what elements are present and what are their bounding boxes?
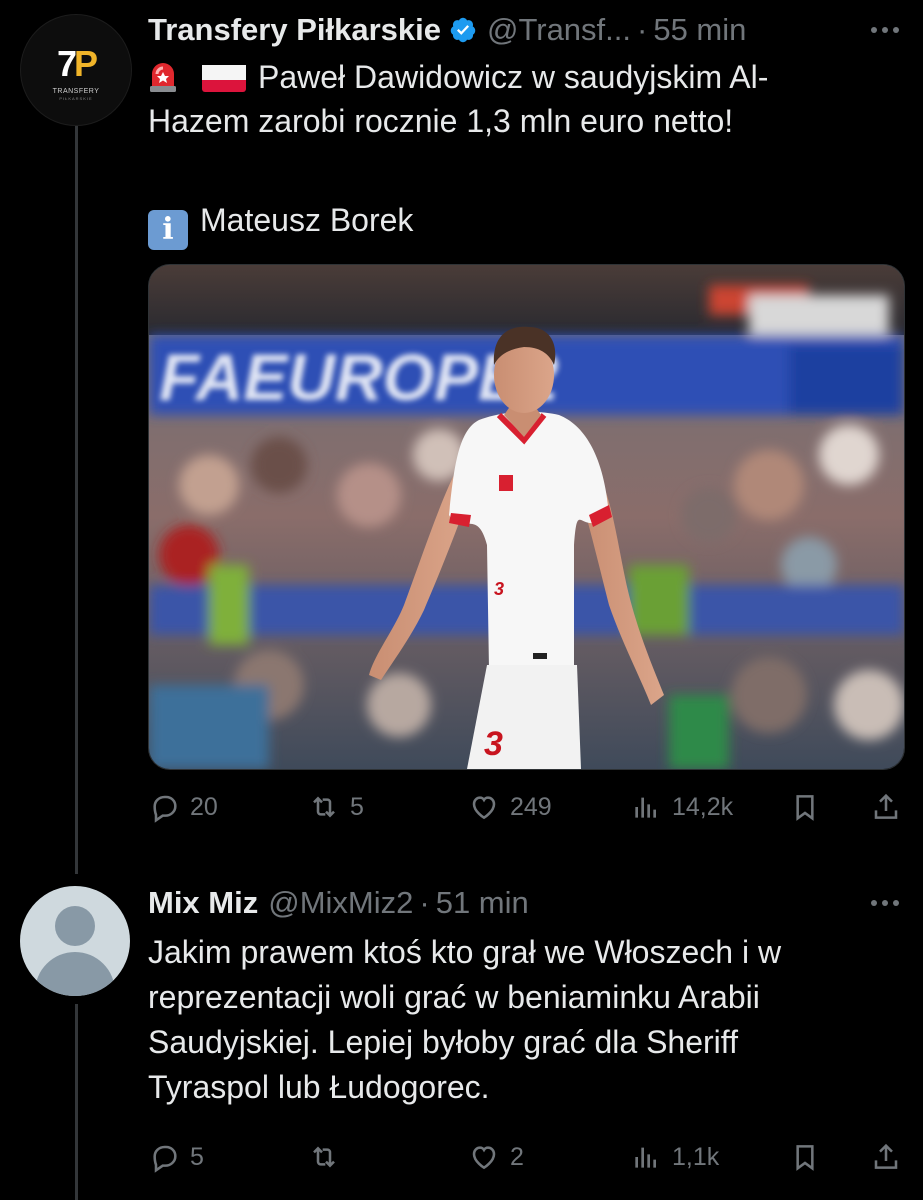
author-handle[interactable]: @Transf... <box>487 12 631 48</box>
reply-timestamp[interactable]: 51 min <box>436 885 529 921</box>
default-avatar-shoulders <box>35 952 115 996</box>
tweet-header: Transfery Piłkarskie @Transf... · 55 min <box>148 10 746 50</box>
views-button[interactable]: 14,2k <box>630 787 733 827</box>
information-emoji: i <box>148 210 188 250</box>
thread-connector-line-lower <box>75 1004 78 1200</box>
poland-flag-emoji <box>202 62 246 92</box>
reply-header: Mix Miz @MixMiz2 · 51 min <box>148 883 529 923</box>
thread-connector-line <box>75 122 78 874</box>
repost-button[interactable] <box>308 1137 350 1177</box>
separator-dot: · <box>419 885 430 920</box>
repost-icon <box>313 796 335 818</box>
reply-icon <box>153 795 177 823</box>
footballer-photo-image: FAEUROPE2 3 3 <box>149 265 904 769</box>
tweet-line-2: Hazem zarobi rocznie 1,3 mln euro netto! <box>148 103 734 139</box>
like-button[interactable]: 249 <box>468 787 552 827</box>
views-count: 1,1k <box>672 1142 720 1171</box>
reply-actions-bar: 5 2 1,1k <box>148 1137 908 1177</box>
reply-author-name[interactable]: Mix Miz <box>148 885 258 921</box>
reply-line-3: Saudyjskiej. Lepiej byłoby grać dla Sher… <box>148 1024 738 1060</box>
avatar-logo-text: TRANSFERY <box>52 88 100 95</box>
avatar-logo-mark: 7P <box>57 43 98 84</box>
reply-line-4: Tyraspol lub Łudogorec. <box>148 1069 490 1105</box>
avatar-transfery-pilkarskie[interactable]: 7P TRANSFERY PIŁKARSKIE <box>20 14 132 126</box>
default-avatar-head <box>55 906 95 946</box>
tweet-photo[interactable]: FAEUROPE2 3 3 <box>148 264 905 770</box>
tweet-text: Paweł Dawidowicz w saudyjskim Al- Hazem … <box>148 55 768 143</box>
like-count: 249 <box>510 792 552 821</box>
reply-line-1: Jakim prawem ktoś kto grał we Włoszech i… <box>148 934 782 970</box>
reply-text: Jakim prawem ktoś kto grał we Włoszech i… <box>148 930 781 1110</box>
share-icon <box>874 1143 898 1169</box>
tweet-source-line: i Mateusz Borek <box>148 198 413 250</box>
svg-text:3: 3 <box>494 579 504 599</box>
heart-icon <box>472 1146 496 1170</box>
svg-text:3: 3 <box>484 725 503 763</box>
like-button[interactable]: 2 <box>468 1137 524 1177</box>
bookmark-button[interactable] <box>789 1137 831 1177</box>
reply-count: 20 <box>190 792 218 821</box>
repost-button[interactable]: 5 <box>308 787 364 827</box>
avatar-logo-subtext: PIŁKARSKIE <box>59 96 93 101</box>
reply-button[interactable]: 5 <box>148 1137 204 1177</box>
tweet-line-1: Paweł Dawidowicz w saudyjskim Al- <box>148 55 768 99</box>
more-options-icon[interactable] <box>871 27 899 33</box>
rotating-light-emoji <box>148 59 178 93</box>
reply-icon <box>153 1145 177 1173</box>
repost-count: 5 <box>350 792 364 821</box>
views-chart-icon <box>635 1147 656 1168</box>
reply-author-handle[interactable]: @MixMiz2 <box>268 885 413 921</box>
heart-icon <box>472 796 496 820</box>
reply-count: 5 <box>190 1142 204 1171</box>
repost-icon <box>313 1146 335 1168</box>
like-count: 2 <box>510 1142 524 1171</box>
views-count: 14,2k <box>672 792 734 821</box>
author-name[interactable]: Transfery Piłkarskie <box>148 12 441 48</box>
reply-line-2: reprezentacji woli grać w beniaminku Ara… <box>148 979 760 1015</box>
views-button[interactable]: 1,1k <box>630 1137 719 1177</box>
timestamp[interactable]: 55 min <box>653 12 746 48</box>
reply-button[interactable]: 20 <box>148 787 218 827</box>
bookmark-button[interactable] <box>789 787 831 827</box>
verified-badge-icon <box>450 17 476 43</box>
bookmark-icon <box>796 1145 814 1171</box>
tweet-actions-bar: 20 5 249 14,2k <box>148 787 908 827</box>
bookmark-icon <box>796 795 814 821</box>
share-icon <box>874 793 898 819</box>
tweet-line-1-text: Paweł Dawidowicz w saudyjskim Al- <box>258 59 769 95</box>
views-chart-icon <box>635 797 656 818</box>
source-name: Mateusz Borek <box>200 202 414 238</box>
share-button[interactable] <box>870 1137 912 1177</box>
reply-more-options-icon[interactable] <box>871 900 899 906</box>
avatar-mix-miz[interactable] <box>20 886 130 996</box>
share-button[interactable] <box>870 787 912 827</box>
separator-dot: · <box>637 12 648 47</box>
